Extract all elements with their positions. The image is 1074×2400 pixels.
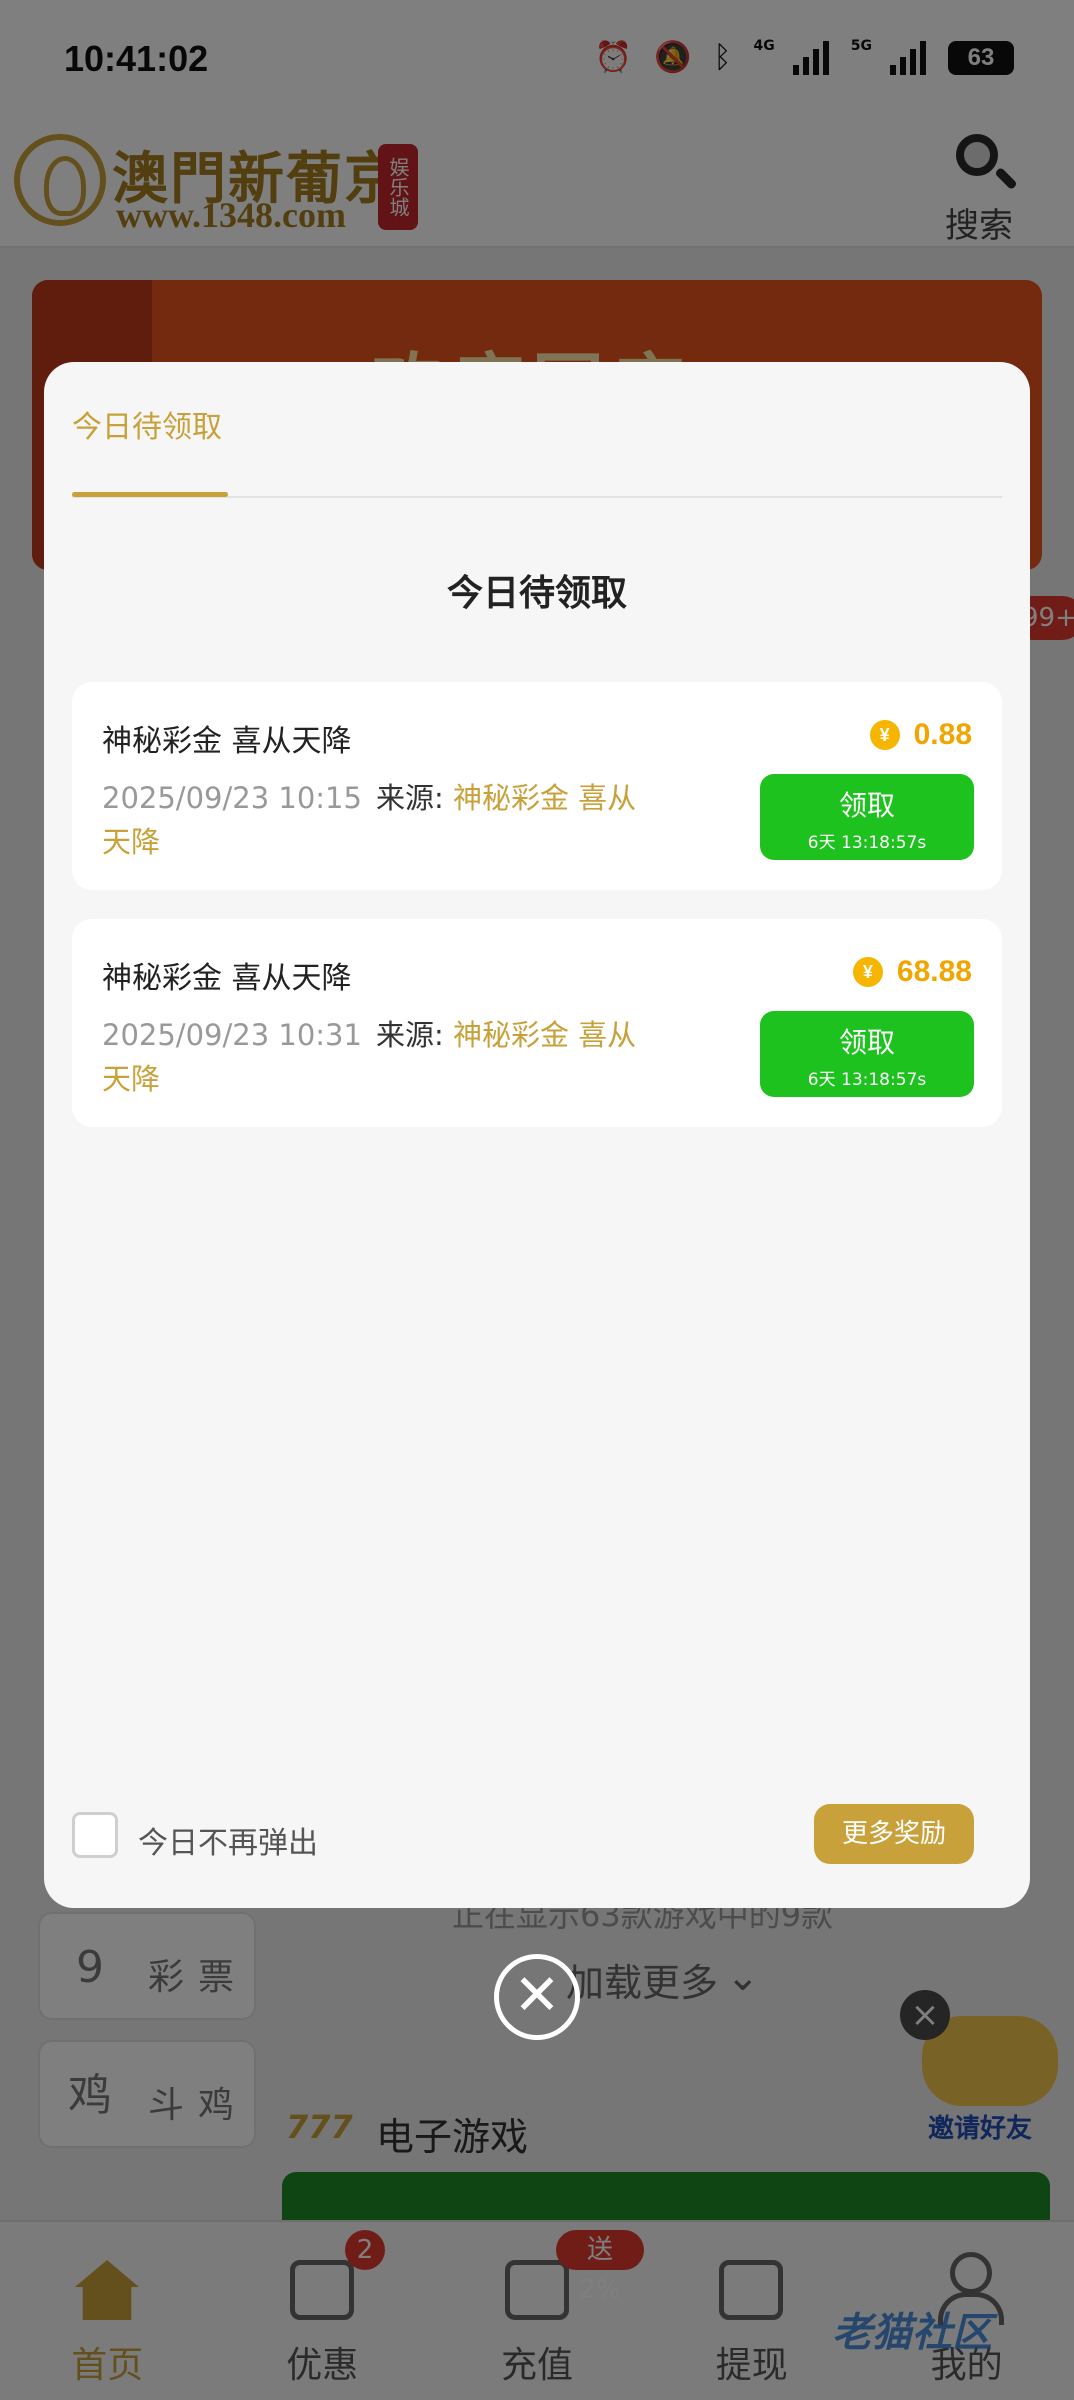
reward-amount: ¥ 0.88 [869,718,972,752]
modal-title: 今日待领取 [446,573,627,614]
claim-countdown: 6天 13:18:57s [807,1070,927,1090]
reward-meta: 2025/09/23 10:15 来源: 神秘彩金 喜从天降 [102,776,662,864]
reward-card: 神秘彩金 喜从天降 ¥ 68.88 2025/09/23 10:31 来源: 神秘… [72,919,1002,1127]
claim-button[interactable]: 领取 6天 13:18:57s [760,774,974,860]
reward-datetime: 2025/09/23 10:15 [102,781,362,815]
tab-pending-today[interactable]: 今日待领取 [72,402,222,446]
dont-show-today-label[interactable]: 今日不再弹出 [138,1818,318,1862]
more-rewards-button[interactable]: 更多奖励 [814,1804,974,1864]
coin-icon: ¥ [869,720,900,750]
claim-button[interactable]: 领取 6天 13:18:57s [760,1011,974,1097]
reward-datetime: 2025/09/23 10:31 [102,1018,362,1052]
claim-countdown: 6天 13:18:57s [807,833,927,853]
active-tab-indicator [72,492,228,497]
rewards-modal: 今日待领取 今日待领取 神秘彩金 喜从天降 ¥ 0.88 2025/09/23 … [44,362,1030,1908]
dont-show-today-checkbox[interactable] [72,1812,118,1858]
source-label: 来源: [375,781,444,815]
reward-title: 神秘彩金 喜从天降 [102,724,352,759]
reward-amount-value: 68.88 [896,955,972,988]
reward-meta: 2025/09/23 10:31 来源: 神秘彩金 喜从天降 [102,1013,662,1101]
claim-label: 领取 [838,789,895,822]
coin-icon: ¥ [852,957,883,987]
source-label: 来源: [375,1018,444,1052]
reward-title: 神秘彩金 喜从天降 [102,961,352,996]
reward-amount-value: 0.88 [913,718,972,751]
claim-label: 领取 [838,1026,895,1059]
reward-card: 神秘彩金 喜从天降 ¥ 0.88 2025/09/23 10:15 来源: 神秘彩… [72,682,1002,890]
close-icon[interactable]: ✕ [494,1954,580,2040]
reward-amount: ¥ 68.88 [852,955,972,989]
